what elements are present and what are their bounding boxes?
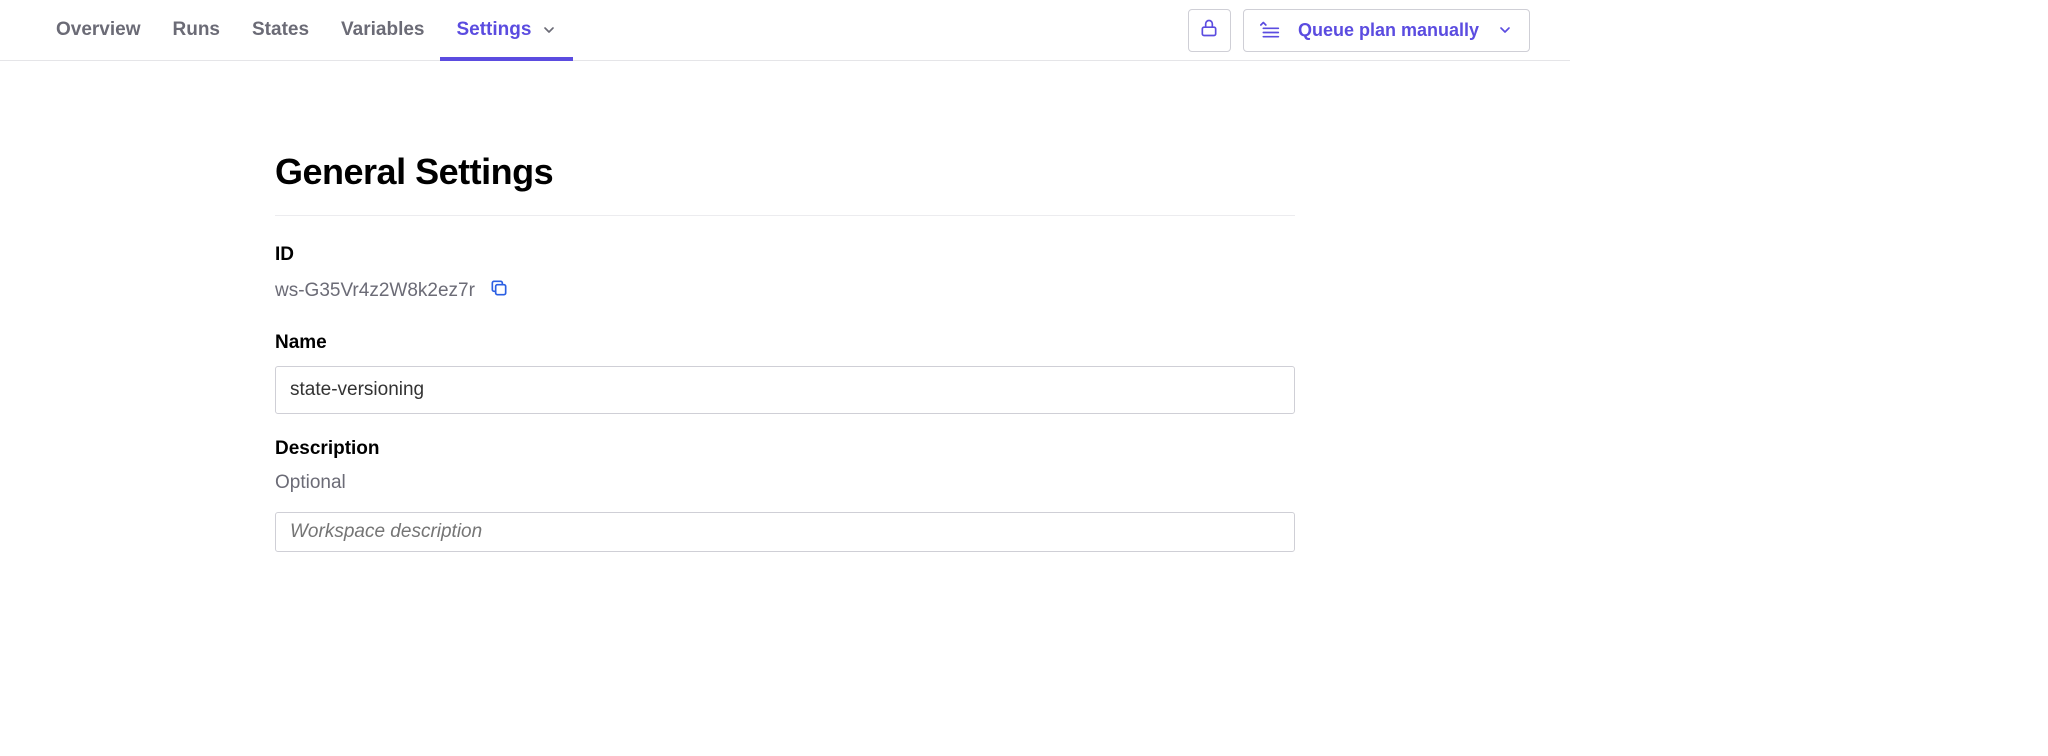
tab-label: Overview (56, 19, 141, 41)
list-icon (1260, 21, 1280, 39)
id-label: ID (275, 244, 1295, 266)
topbar: Overview Runs States Variables Settings (0, 0, 1570, 61)
tab-runs[interactable]: Runs (157, 0, 237, 60)
topbar-actions: Queue plan manually (1188, 9, 1530, 52)
main-content: General Settings ID ws-G35Vr4z2W8k2ez7r … (275, 61, 1295, 552)
description-label: Description (275, 438, 1295, 460)
tab-variables[interactable]: Variables (325, 0, 440, 60)
id-row: ws-G35Vr4z2W8k2ez7r (275, 278, 1295, 304)
chevron-down-icon (1497, 22, 1513, 38)
queue-plan-label: Queue plan manually (1298, 20, 1479, 41)
lock-button[interactable] (1188, 9, 1231, 52)
queue-plan-button[interactable]: Queue plan manually (1243, 9, 1530, 52)
tab-label: Settings (456, 19, 531, 41)
tab-settings[interactable]: Settings (440, 0, 573, 60)
lock-icon (1199, 18, 1219, 43)
tab-overview[interactable]: Overview (40, 0, 157, 60)
chevron-down-icon (541, 22, 557, 38)
name-label: Name (275, 332, 1295, 354)
tab-label: Runs (173, 19, 221, 41)
tab-label: States (252, 19, 309, 41)
name-input[interactable] (275, 366, 1295, 414)
tab-label: Variables (341, 19, 424, 41)
description-optional-hint: Optional (275, 472, 1295, 494)
id-value: ws-G35Vr4z2W8k2ez7r (275, 280, 475, 302)
tab-strip: Overview Runs States Variables Settings (40, 0, 573, 60)
tab-states[interactable]: States (236, 0, 325, 60)
copy-id-button[interactable] (489, 278, 509, 304)
copy-icon (489, 278, 509, 304)
description-input[interactable] (275, 512, 1295, 552)
page-heading: General Settings (275, 151, 1295, 216)
